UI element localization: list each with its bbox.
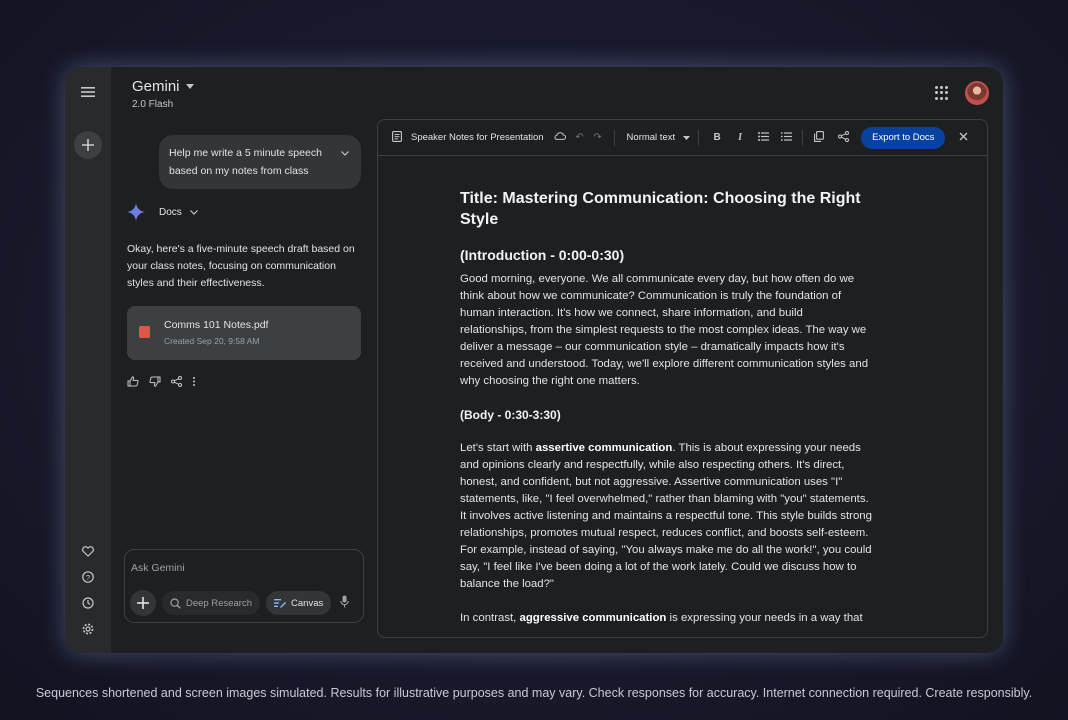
document-toolbar: Speaker Notes for Presentation ↶ ↷ Norma… — [378, 120, 987, 156]
bulleted-list-icon[interactable] — [755, 131, 771, 144]
plus-icon — [137, 597, 149, 609]
body-paragraph-2: In contrast, aggressive communication is… — [460, 612, 863, 624]
toolbar-divider — [698, 129, 700, 146]
toolbar-divider — [802, 129, 804, 146]
side-rail: ? — [65, 67, 111, 653]
text-style-value: Normal text — [626, 132, 676, 143]
response-header: Docs — [127, 203, 198, 221]
top-right-controls — [935, 81, 989, 105]
deep-research-icon — [170, 597, 181, 609]
input-tools: Deep Research Canvas — [130, 590, 332, 616]
gemini-sparkle-icon — [127, 203, 145, 221]
chat-panel: Help me write a 5 minute speech based on… — [111, 123, 369, 653]
intro-heading: (Introduction - 0:00-0:30) — [460, 247, 625, 263]
chevron-down-icon — [189, 209, 198, 215]
toolbar-divider — [613, 129, 615, 146]
microphone-icon[interactable] — [340, 595, 349, 611]
bold-icon[interactable]: B — [709, 132, 725, 143]
italic-icon[interactable]: I — [732, 132, 748, 143]
help-icon[interactable]: ? — [76, 565, 100, 589]
file-name: Comms 101 Notes.pdf — [164, 319, 269, 331]
google-apps-icon[interactable] — [935, 86, 949, 100]
app-title: Gemini — [132, 78, 180, 95]
menu-icon[interactable] — [76, 80, 100, 104]
prompt-input-box[interactable]: Ask Gemini Deep Research Canvas — [124, 549, 364, 623]
copy-icon[interactable] — [811, 130, 827, 145]
file-attachment-card[interactable]: Comms 101 Notes.pdf Created Sep 20, 9:58… — [127, 306, 361, 360]
thumbs-up-icon[interactable] — [127, 376, 139, 390]
document-body[interactable]: Title: Mastering Communication: Choosing… — [460, 188, 872, 627]
body-paragraph-1: Let's start with assertive communication… — [460, 442, 872, 590]
user-message-text: Help me write a 5 minute speech based on… — [169, 147, 322, 177]
export-to-docs-button[interactable]: Export to Docs — [861, 126, 946, 149]
avatar[interactable] — [965, 81, 989, 105]
thumbs-down-icon[interactable] — [149, 376, 161, 390]
model-switcher[interactable]: Gemini — [132, 78, 194, 95]
caret-down-icon — [683, 135, 691, 140]
prompt-input[interactable]: Ask Gemini — [131, 562, 185, 574]
activity-history-icon[interactable] — [76, 591, 100, 615]
gems-heart-icon[interactable] — [76, 539, 100, 563]
canvas-chip[interactable]: Canvas — [266, 591, 332, 615]
canvas-document-panel: Speaker Notes for Presentation ↶ ↷ Norma… — [377, 119, 988, 638]
cloud-saved-icon — [552, 132, 568, 143]
add-attachment-button[interactable] — [130, 590, 156, 616]
deep-research-label: Deep Research — [186, 597, 253, 609]
share-icon[interactable] — [171, 376, 182, 390]
share-icon[interactable] — [835, 130, 851, 145]
close-icon[interactable] — [955, 132, 971, 144]
more-options-icon[interactable] — [192, 376, 196, 390]
document-name: Speaker Notes for Presentation — [411, 132, 544, 143]
text-style-select[interactable]: Normal text — [627, 132, 691, 143]
document-icon — [389, 130, 405, 145]
canvas-label: Canvas — [291, 597, 324, 609]
caret-down-icon — [185, 84, 194, 89]
svg-text:?: ? — [86, 573, 90, 582]
body-heading: (Body - 0:30-3:30) — [460, 408, 561, 422]
document-title: Title: Mastering Communication: Choosing… — [460, 190, 861, 228]
response-actions — [127, 376, 196, 390]
deep-research-chip[interactable]: Deep Research — [162, 591, 261, 615]
canvas-icon — [274, 599, 287, 608]
file-created-date: Created Sep 20, 9:58 AM — [164, 336, 260, 346]
response-text: Okay, here's a five-minute speech draft … — [127, 243, 355, 289]
undo-icon[interactable]: ↶ — [572, 132, 588, 143]
app-header: Gemini 2.0 Flash — [132, 78, 194, 110]
numbered-list-icon[interactable] — [778, 131, 794, 144]
settings-gear-icon[interactable] — [76, 617, 100, 641]
model-version: 2.0 Flash — [132, 99, 174, 110]
response-source-dropdown[interactable]: Docs — [159, 207, 198, 218]
expand-chevron-icon[interactable] — [341, 145, 349, 163]
legal-disclaimer: Sequences shortened and screen images si… — [35, 686, 1033, 700]
gemini-window: ? Gemini 2.0 Flash Help me write a 5 min… — [65, 67, 1003, 653]
pdf-file-icon — [139, 326, 150, 338]
response-source-label: Docs — [159, 206, 182, 218]
new-chat-button[interactable] — [74, 131, 102, 159]
intro-paragraph: Good morning, everyone. We all communica… — [460, 273, 869, 387]
user-message-bubble: Help me write a 5 minute speech based on… — [159, 135, 361, 189]
redo-icon[interactable]: ↷ — [590, 132, 606, 143]
